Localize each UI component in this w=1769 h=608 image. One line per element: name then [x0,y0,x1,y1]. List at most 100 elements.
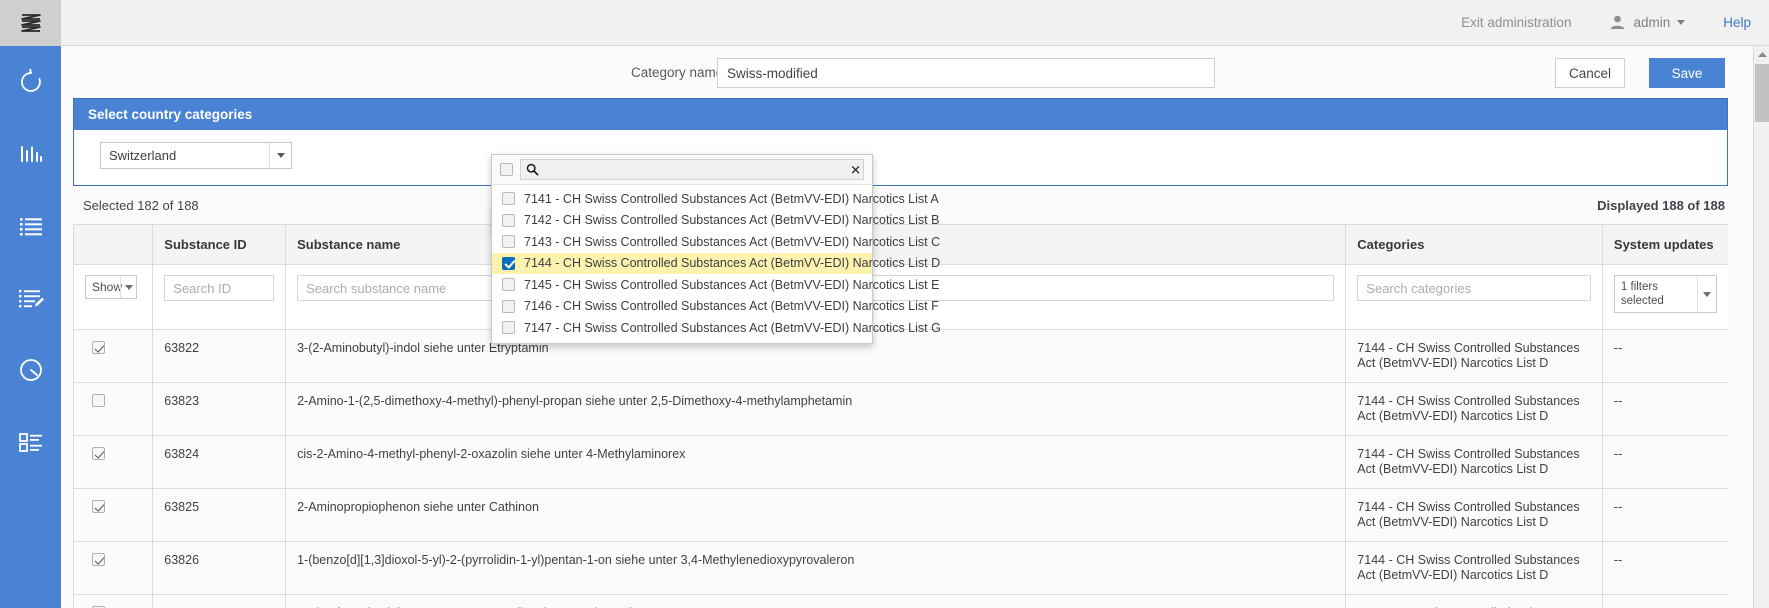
cell-system-updates: -- [1602,595,1728,608]
row-select-cell[interactable] [74,330,153,383]
sidebar-item-dashboard[interactable] [0,406,61,478]
option-checkbox[interactable] [502,214,515,227]
dropdown-search-input[interactable] [539,162,863,178]
scroll-up-arrow-icon[interactable] [1754,46,1769,62]
dropdown-search-row [492,155,872,185]
app-logo[interactable] [0,0,61,46]
show-filter-select[interactable]: Show [85,275,137,299]
category-name-bar: Category name Cancel Save [61,46,1753,98]
cell-substance-name: 2-Aminopropiophenon siehe unter Cathinon [286,489,1346,542]
cell-system-updates: -- [1602,489,1728,542]
user-menu[interactable]: admin [1609,14,1685,31]
search-categories-input[interactable] [1357,275,1591,301]
dropdown-option[interactable]: 7145 - CH Swiss Controlled Substances Ac… [492,274,872,296]
cell-substance-id: 63822 [153,330,286,383]
cell-substance-name: Brolamfetamin siehe unter 4-Brom-2,5-dim… [286,595,1346,608]
dropdown-option[interactable]: 7146 - CH Swiss Controlled Substances Ac… [492,296,872,318]
category-name-input[interactable] [717,58,1215,88]
cell-categories: 7144 - CH Swiss Controlled Substances Ac… [1346,595,1603,608]
chevron-down-icon [120,276,136,298]
left-nav-rail [0,0,61,608]
option-checkbox[interactable] [502,235,515,248]
dropdown-search-box[interactable] [520,159,864,180]
option-label: 7144 - CH Swiss Controlled Substances Ac… [524,256,940,270]
magnifier-icon [526,163,539,176]
chevron-down-icon [1677,20,1685,25]
option-label: 7141 - CH Swiss Controlled Substances Ac… [524,192,939,206]
row-select-cell[interactable] [74,383,153,436]
filter-cell-id [153,265,286,330]
categories-dropdown-panel: ✕ 7141 - CH Swiss Controlled Substances … [491,154,873,344]
country-select[interactable]: Switzerland [100,142,292,169]
row-checkbox[interactable] [92,500,105,513]
dashboard-icon [17,428,45,456]
cell-system-updates: -- [1602,542,1728,595]
system-updates-filter-select[interactable]: 1 filters selected [1614,275,1717,313]
option-checkbox[interactable] [502,321,515,334]
sidebar-item-list[interactable] [0,190,61,262]
displayed-count: Displayed 188 of 188 [1597,198,1725,213]
vertical-scrollbar[interactable] [1753,46,1769,608]
sidebar-item-statistics[interactable] [0,118,61,190]
option-checkbox[interactable] [502,257,515,270]
option-label: 7147 - CH Swiss Controlled Substances Ac… [524,321,941,335]
save-button[interactable]: Save [1649,58,1725,88]
option-checkbox[interactable] [502,300,515,313]
cell-categories: 7144 - CH Swiss Controlled Substances Ac… [1346,489,1603,542]
row-checkbox[interactable] [92,447,105,460]
cancel-button[interactable]: Cancel [1555,58,1625,88]
search-id-input[interactable] [164,275,274,301]
cell-categories: 7144 - CH Swiss Controlled Substances Ac… [1346,383,1603,436]
dropdown-option[interactable]: 7143 - CH Swiss Controlled Substances Ac… [492,231,872,253]
table-row[interactable]: 63823 2-Amino-1-(2,5-dimethoxy-4-methyl)… [74,383,1728,436]
table-row[interactable]: 63826 1-(benzo[d][1,3]dioxol-5-yl)-2-(py… [74,542,1728,595]
dropdown-option[interactable]: 7142 - CH Swiss Controlled Substances Ac… [492,210,872,232]
exit-administration-link[interactable]: Exit administration [1461,15,1571,30]
dropdown-option-list: 7141 - CH Swiss Controlled Substances Ac… [492,185,872,343]
row-select-cell[interactable] [74,595,153,608]
dropdown-option-selected[interactable]: 7144 - CH Swiss Controlled Substances Ac… [492,253,872,275]
panel-body: Switzerland [74,130,1727,186]
cell-categories: 7144 - CH Swiss Controlled Substances Ac… [1346,542,1603,595]
cell-substance-id: 63827 [153,595,286,608]
option-label: 7146 - CH Swiss Controlled Substances Ac… [524,299,939,313]
option-checkbox[interactable] [502,278,515,291]
table-row[interactable]: 63827 Brolamfetamin siehe unter 4-Brom-2… [74,595,1728,608]
option-checkbox[interactable] [502,192,515,205]
help-link[interactable]: Help [1723,15,1751,30]
dropdown-option[interactable]: 7147 - CH Swiss Controlled Substances Ac… [492,317,872,339]
sidebar-item-edit-list[interactable] [0,262,61,334]
country-select-value: Switzerland [109,148,176,163]
row-checkbox[interactable] [92,553,105,566]
sidebar-item-refresh[interactable] [0,46,61,118]
option-label: 7142 - CH Swiss Controlled Substances Ac… [524,213,939,227]
table-row[interactable]: 63825 2-Aminopropiophenon siehe unter Ca… [74,489,1728,542]
cell-substance-id: 63825 [153,489,286,542]
option-label: 7143 - CH Swiss Controlled Substances Ac… [524,235,940,249]
column-header-system-updates: System updates [1602,225,1728,265]
column-header-categories: Categories [1346,225,1603,265]
option-label: 7145 - CH Swiss Controlled Substances Ac… [524,278,939,292]
dropdown-option[interactable]: 7141 - CH Swiss Controlled Substances Ac… [492,188,872,210]
row-select-cell[interactable] [74,436,153,489]
cell-categories: 7144 - CH Swiss Controlled Substances Ac… [1346,330,1603,383]
cell-substance-name: cis-2-Amino-4-methyl-phenyl-2-oxazolin s… [286,436,1346,489]
clock-icon [17,356,45,384]
select-all-checkbox[interactable] [500,163,513,176]
row-select-cell[interactable] [74,489,153,542]
table-row[interactable]: 63824 cis-2-Amino-4-methyl-phenyl-2-oxaz… [74,436,1728,489]
system-updates-filter-value: 1 filters selected [1621,281,1664,307]
close-icon[interactable]: ✕ [850,164,861,177]
category-name-label: Category name [631,65,723,80]
table-row[interactable]: 63822 3-(2-Aminobutyl)-indol siehe unter… [74,330,1728,383]
row-select-cell[interactable] [74,542,153,595]
sidebar-item-history[interactable] [0,334,61,406]
selected-count: Selected 182 of 188 [83,198,199,213]
scrollbar-thumb[interactable] [1755,64,1769,122]
row-checkbox[interactable] [92,394,105,407]
cell-system-updates: -- [1602,330,1728,383]
filter-cell-categories [1346,265,1603,330]
list-edit-icon [17,284,45,312]
stacked-s-logo-icon [16,8,46,38]
row-checkbox[interactable] [92,341,105,354]
